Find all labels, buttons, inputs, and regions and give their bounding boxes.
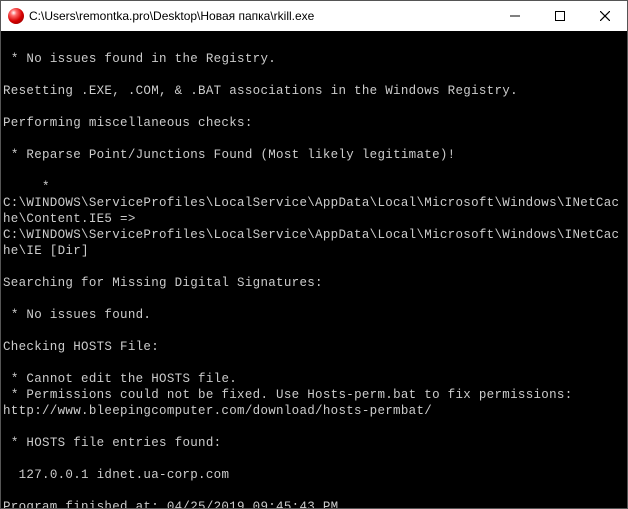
console-line: * HOSTS file entries found:: [3, 435, 625, 451]
console-line: [3, 323, 625, 339]
console-line: * Reparse Point/Junctions Found (Most li…: [3, 147, 625, 163]
console-line: * Cannot edit the HOSTS file.: [3, 371, 625, 387]
console-line: Performing miscellaneous checks:: [3, 115, 625, 131]
console-line: * No issues found in the Registry.: [3, 51, 625, 67]
console-line: [3, 291, 625, 307]
maximize-button[interactable]: [537, 1, 582, 31]
console-line: Searching for Missing Digital Signatures…: [3, 275, 625, 291]
console-line: [3, 99, 625, 115]
minimize-button[interactable]: [492, 1, 537, 31]
close-button[interactable]: [582, 1, 627, 31]
console-line: Checking HOSTS File:: [3, 339, 625, 355]
minimize-icon: [510, 11, 520, 21]
console-line: [3, 483, 625, 499]
maximize-icon: [555, 11, 565, 21]
console-line: [3, 35, 625, 51]
console-line: 127.0.0.1 idnet.ua-corp.com: [3, 467, 625, 483]
console-line: [3, 419, 625, 435]
window-title: C:\Users\remontka.pro\Desktop\Новая папк…: [29, 9, 492, 23]
window-controls: [492, 1, 627, 31]
console-line: * No issues found.: [3, 307, 625, 323]
titlebar[interactable]: C:\Users\remontka.pro\Desktop\Новая папк…: [1, 1, 627, 31]
console-line: * Permissions could not be fixed. Use Ho…: [3, 387, 625, 419]
console-line: [3, 163, 625, 179]
close-icon: [600, 11, 610, 21]
app-icon: [8, 8, 24, 24]
console-line: [3, 67, 625, 83]
console-line: [3, 131, 625, 147]
console-line: [3, 259, 625, 275]
console-line: Resetting .EXE, .COM, & .BAT association…: [3, 83, 625, 99]
console-line: * C:\WINDOWS\ServiceProfiles\LocalServic…: [3, 179, 625, 259]
console-line: [3, 451, 625, 467]
console-output[interactable]: * No issues found in the Registry. Reset…: [1, 31, 627, 508]
application-window: C:\Users\remontka.pro\Desktop\Новая папк…: [0, 0, 628, 509]
console-line: [3, 355, 625, 371]
console-line: Program finished at: 04/25/2019 09:45:43…: [3, 499, 625, 508]
